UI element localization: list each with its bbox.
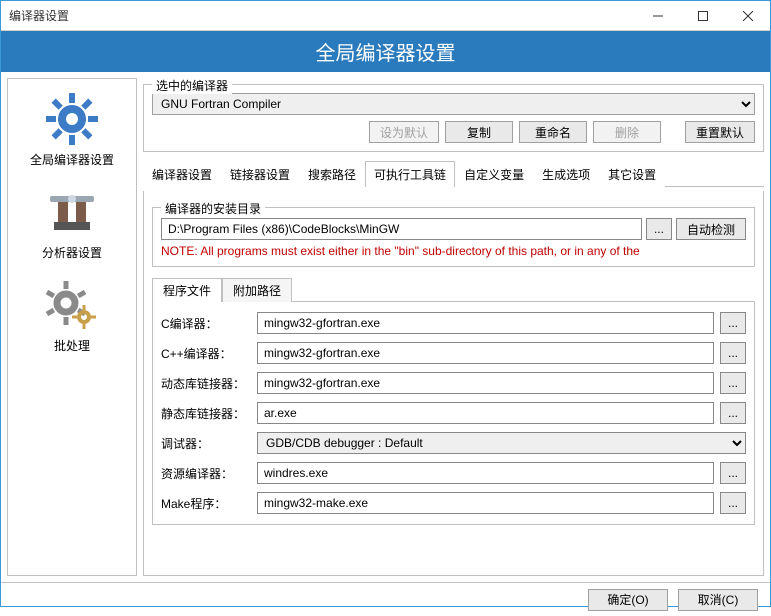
maximize-button[interactable] [680,1,725,30]
tab-build-options[interactable]: 生成选项 [533,161,599,187]
selected-compiler-group: 选中的编译器 GNU Fortran Compiler 设为默认 复制 重命名 … [143,84,764,152]
browse-make-program[interactable]: ... [720,492,746,514]
sidebar-item-global-compiler[interactable]: 全局编译器设置 [10,85,134,178]
label-resource-compiler: 资源编译器： [161,465,251,482]
tab-compiler-settings[interactable]: 编译器设置 [143,161,221,187]
main-tabs: 编译器设置 链接器设置 搜索路径 可执行工具链 自定义变量 生成选项 其它设置 [143,160,764,187]
batch-gear-icon [40,277,104,333]
browse-resource-compiler[interactable]: ... [720,462,746,484]
tab-search-paths[interactable]: 搜索路径 [299,161,365,187]
inner-tabs: 程序文件 附加路径 [152,277,755,301]
input-cpp-compiler[interactable] [257,342,714,364]
delete-button: 删除 [593,121,661,143]
input-static-linker[interactable] [257,402,714,424]
tab-body: 编译器的安装目录 ... 自动检测 NOTE: All programs mus… [143,191,764,576]
browse-install-button[interactable]: ... [646,218,672,240]
browse-cpp-compiler[interactable]: ... [720,342,746,364]
sidebar-item-label: 分析器设置 [42,244,102,261]
gear-icon [40,91,104,147]
page-title: 全局编译器设置 [1,31,770,72]
label-static-linker: 静态库链接器： [161,405,251,422]
row-cpp-compiler: C++编译器： ... [161,342,746,364]
sidebar-item-label: 批处理 [54,337,90,354]
inner-tab-additional-paths[interactable]: 附加路径 [222,278,292,302]
browse-static-linker[interactable]: ... [720,402,746,424]
group-title: 选中的编译器 [152,77,232,94]
profiler-icon [40,184,104,240]
tab-linker-settings[interactable]: 链接器设置 [221,161,299,187]
label-c-compiler: C编译器： [161,315,251,332]
tab-toolchain-executables[interactable]: 可执行工具链 [365,161,455,187]
compiler-select[interactable]: GNU Fortran Compiler [152,93,755,115]
copy-button[interactable]: 复制 [445,121,513,143]
label-cpp-compiler: C++编译器： [161,345,251,362]
install-path-input[interactable] [161,218,642,240]
input-dynamic-linker[interactable] [257,372,714,394]
sidebar-item-label: 全局编译器设置 [30,151,114,168]
row-debugger: 调试器： GDB/CDB debugger : Default [161,432,746,454]
ok-button[interactable]: 确定(O) [588,589,668,611]
dialog-footer: 确定(O) 取消(C) [1,582,770,616]
program-files-panel: C编译器： ... C++编译器： ... 动态库链接器： ... 静态库链接器… [152,301,755,525]
window-title: 编译器设置 [1,7,635,24]
reset-defaults-button[interactable]: 重置默认 [685,121,755,143]
row-c-compiler: C编译器： ... [161,312,746,334]
input-make-program[interactable] [257,492,714,514]
tab-other-settings[interactable]: 其它设置 [599,161,665,187]
sidebar-item-batch[interactable]: 批处理 [10,271,134,364]
browse-dynamic-linker[interactable]: ... [720,372,746,394]
label-make-program: Make程序： [161,495,251,512]
auto-detect-button[interactable]: 自动检测 [676,218,746,240]
set-default-button: 设为默认 [369,121,439,143]
sidebar: 全局编译器设置 分析器设置 批处理 [7,78,137,576]
cancel-button[interactable]: 取消(C) [678,589,758,611]
row-make-program: Make程序： ... [161,492,746,514]
browse-c-compiler[interactable]: ... [720,312,746,334]
group-title: 编译器的安装目录 [161,200,265,217]
row-resource-compiler: 资源编译器： ... [161,462,746,484]
sidebar-item-profiler[interactable]: 分析器设置 [10,178,134,271]
tab-custom-vars[interactable]: 自定义变量 [455,161,533,187]
titlebar: 编译器设置 [1,1,770,31]
input-resource-compiler[interactable] [257,462,714,484]
install-note: NOTE: All programs must exist either in … [161,244,746,258]
inner-tab-program-files[interactable]: 程序文件 [152,278,222,302]
row-static-linker: 静态库链接器： ... [161,402,746,424]
install-dir-group: 编译器的安装目录 ... 自动检测 NOTE: All programs mus… [152,207,755,267]
row-dynamic-linker: 动态库链接器： ... [161,372,746,394]
label-debugger: 调试器： [161,435,251,452]
select-debugger[interactable]: GDB/CDB debugger : Default [257,432,746,454]
label-dynamic-linker: 动态库链接器： [161,375,251,392]
minimize-button[interactable] [635,1,680,30]
close-button[interactable] [725,1,770,30]
rename-button[interactable]: 重命名 [519,121,587,143]
input-c-compiler[interactable] [257,312,714,334]
